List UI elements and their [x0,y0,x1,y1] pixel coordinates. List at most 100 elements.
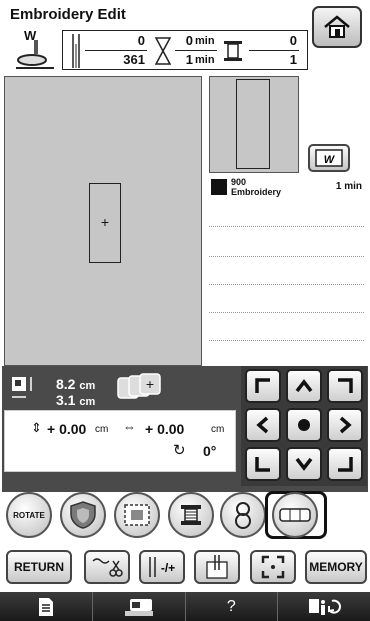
size-width: 3.1 cm [56,392,95,408]
move-up-left-button[interactable] [245,369,281,403]
multi-pattern-icon: + [116,372,164,402]
thread-number: 900 [231,177,247,187]
appliqué-button[interactable] [60,492,106,538]
thread-spool-icon [224,41,242,61]
array-button[interactable] [272,492,318,538]
preview-pattern [236,79,270,169]
position-readout: ⇕ + 0.00 cm ⇔ + 0.00 cm ↻ 0° [4,410,236,472]
corner-up-left-icon [255,378,270,393]
starting-point-button[interactable] [194,550,240,584]
horizontal-unit: cm [211,424,225,435]
presser-foot-indicator: W [14,28,58,72]
move-arrow-pad [241,366,367,486]
chevron-left-icon [256,416,269,434]
rotate-button[interactable]: ROTATE [6,492,52,538]
info-refresh-icon [309,598,342,615]
memory-button[interactable]: MEMORY [305,550,367,584]
stitch-forward-back-button[interactable]: -/+ [139,550,185,584]
thread-cut-setting-button[interactable] [168,492,214,538]
color-total: 1 [289,52,297,67]
move-up-button[interactable] [286,369,322,403]
return-label: RETURN [14,560,64,574]
memory-label: MEMORY [309,560,363,574]
time-total: 1 [185,52,193,67]
corner-down-right-icon [338,457,353,472]
move-down-left-button[interactable] [245,447,281,481]
color-current: 0 [289,33,297,48]
page-title: Embroidery Edit [10,6,126,23]
size-unit: cm [79,396,96,408]
thread-trim-button[interactable] [84,550,130,584]
spool-icon [181,505,201,525]
sewing-machine-icon [124,598,153,616]
array-icon [279,508,311,522]
list-item: 900 Embroidery [231,177,281,197]
corner-up-right-icon [338,378,353,393]
move-up-right-button[interactable] [327,369,363,403]
chevron-down-icon [295,457,313,471]
settings-page-button[interactable] [0,592,92,621]
chevron-right-icon [339,416,352,434]
pattern-preview [209,76,299,173]
center-button[interactable] [286,408,322,442]
presser-foot-code: W [24,28,37,43]
thread-name: Embroidery [231,187,282,197]
center-dot-icon [298,419,310,431]
svg-text:-/+: -/+ [161,561,175,575]
size-unit: cm [79,380,96,392]
rotate-label: ROTATE [13,510,45,520]
time-current: 0 [185,33,193,48]
density-button[interactable] [220,492,266,538]
home-icon [324,15,350,38]
document-icon [38,597,53,616]
shield-icon [70,501,96,529]
frame-corners-icon [261,555,285,579]
move-right-button[interactable] [327,408,363,442]
stitch-current: 0 [137,33,145,48]
stitch-time-color-counter: 0 361 0 min 1 min 0 1 [62,30,308,70]
move-down-right-button[interactable] [327,447,363,481]
size-height: 8.2 cm [56,376,95,392]
hourglass-icon [155,37,171,65]
needle-icon [72,34,80,68]
home-button[interactable] [312,6,362,48]
needle-plus-minus-icon: -/+ [149,557,175,577]
svg-text:+: + [145,378,154,391]
thread-color-list: 900 Embroidery 1 min [209,176,364,366]
help-icon: ? [226,597,236,615]
border-button[interactable] [114,492,160,538]
size-icon [12,377,32,398]
needle-point-icon [206,555,228,579]
help-button[interactable]: ? [184,592,278,621]
time-total-unit: min [195,54,215,66]
pattern-center-mark: + [100,214,110,230]
size-width-value: 3.1 [56,392,76,408]
border-pattern-icon [124,504,150,526]
vertical-unit: cm [95,424,109,435]
move-down-button[interactable] [286,447,322,481]
thread-display-button[interactable]: W [308,144,350,172]
svg-text:W: W [324,154,336,166]
rotation-angle: 0° [203,443,217,459]
vertical-move-icon: ⇕ [31,420,42,435]
scissors-icon [92,558,123,577]
rotation-icon: ↻ [173,442,186,459]
thread-color-swatch [211,179,227,195]
corner-down-left-icon [255,457,270,472]
thread-display-icon: W [315,149,343,167]
time-current-unit: min [195,35,215,47]
embroidery-pattern-frame[interactable]: + [89,183,121,263]
thread-time: 1 min [335,181,362,192]
pattern-explanation-button[interactable] [277,592,370,621]
footer-bar: ? [0,592,370,621]
move-left-button[interactable] [245,408,281,442]
chevron-up-icon [295,379,313,393]
embroidery-canvas[interactable]: + [4,76,202,366]
trial-frame-button[interactable] [250,550,296,584]
figure-eight-icon [235,502,251,529]
return-button[interactable]: RETURN [6,550,72,584]
horizontal-position: + 0.00 [145,421,185,437]
vertical-position: + 0.00 [47,421,87,437]
machine-operation-guide-button[interactable] [91,592,185,621]
horizontal-move-icon: ⇔ [123,419,136,434]
